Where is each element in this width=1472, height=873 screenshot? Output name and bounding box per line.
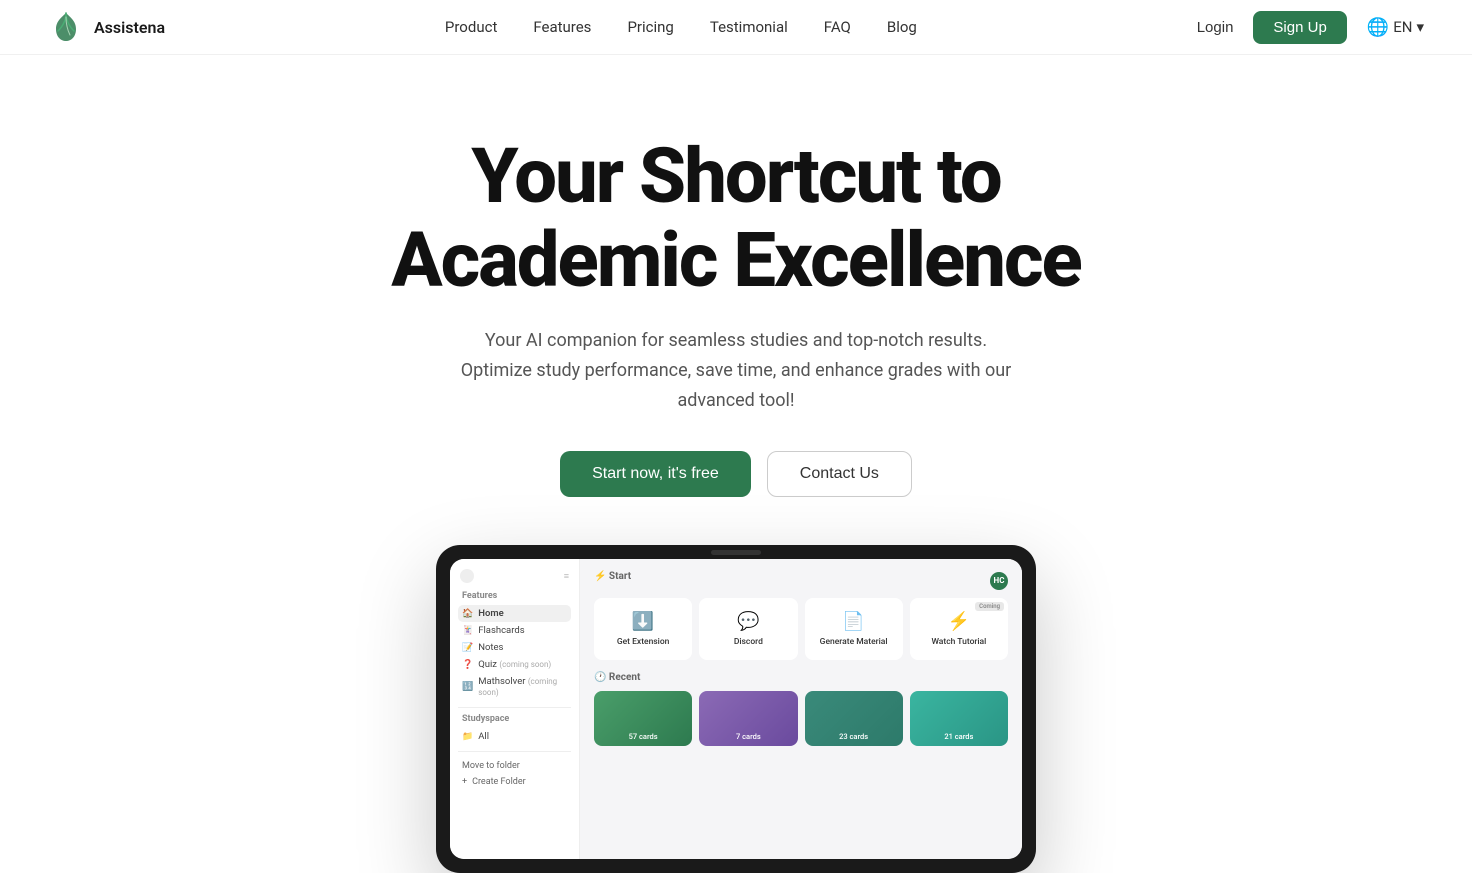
sidebar-create-folder[interactable]: + Create Folder xyxy=(458,774,571,790)
hero-cta-group: Start now, it's free Contact Us xyxy=(560,451,912,497)
app-user-avatar: HC xyxy=(990,572,1008,590)
language-selector[interactable]: 🌐 EN ▾ xyxy=(1367,17,1424,38)
sidebar-item-quiz[interactable]: ❓ Quiz (coming soon) xyxy=(458,656,571,673)
hero-title-line2: Academic Excellence xyxy=(391,215,1081,305)
nav-link-pricing[interactable]: Pricing xyxy=(627,18,673,36)
action-card-discord[interactable]: 💬 Discord xyxy=(699,598,797,660)
sidebar-top-icons: ≡ xyxy=(564,571,569,582)
start-section-label: ⚡ Start xyxy=(594,571,631,582)
nav-actions: Login Sign Up 🌐 EN ▾ xyxy=(1197,11,1424,44)
discord-icon: 💬 xyxy=(737,611,759,632)
sidebar-quiz-label: Quiz (coming soon) xyxy=(478,659,551,670)
flashcards-icon: 🃏 xyxy=(462,626,473,636)
sidebar-item-notes[interactable]: 📝 Notes xyxy=(458,639,571,656)
lang-label: EN xyxy=(1393,18,1412,36)
sidebar-item-home[interactable]: 🏠 Home xyxy=(458,605,571,622)
quiz-icon: ❓ xyxy=(462,660,473,670)
create-folder-icon: + xyxy=(462,777,467,787)
nav-links: Product Features Pricing Testimonial FAQ… xyxy=(445,18,917,36)
sidebar-menu-icon: ≡ xyxy=(564,571,569,582)
mathsolver-icon: 🔢 xyxy=(462,682,473,692)
recent-label: 🕐 Recent xyxy=(594,672,640,683)
sidebar-move-folder[interactable]: Move to folder xyxy=(458,758,571,774)
app-sidebar: ≡ Features 🏠 Home 🃏 Flashcards 📝 Notes xyxy=(450,559,580,859)
signup-button[interactable]: Sign Up xyxy=(1253,11,1346,44)
app-header-icons: HC xyxy=(990,572,1008,590)
sidebar-home-label: Home xyxy=(478,608,503,619)
tablet-mockup-container: ≡ Features 🏠 Home 🃏 Flashcards 📝 Notes xyxy=(0,545,1472,873)
nav-brand: Assistena xyxy=(48,9,165,45)
action-card-tutorial[interactable]: Coming ⚡ Watch Tutorial xyxy=(910,598,1008,660)
recent-card-2[interactable]: 7 cards xyxy=(699,691,797,746)
sidebar-studyspace-label: Studyspace xyxy=(458,714,571,724)
hero-section: Your Shortcut to Academic Excellence You… xyxy=(0,55,1472,497)
coming-soon-badge: Coming xyxy=(975,602,1004,611)
contact-us-button[interactable]: Contact Us xyxy=(767,451,912,497)
action-card-generate-label: Generate Material xyxy=(820,637,888,647)
app-main-area: ⚡ Start HC ⬇️ Get Extension 💬 xyxy=(580,559,1022,859)
globe-icon: 🌐 xyxy=(1367,17,1389,38)
recent-card-3[interactable]: 23 cards xyxy=(805,691,903,746)
recent-card-1-count: 57 cards xyxy=(629,732,658,741)
hero-title: Your Shortcut to Academic Excellence xyxy=(391,135,1081,302)
nav-link-product[interactable]: Product xyxy=(445,18,497,36)
action-card-generate[interactable]: 📄 Generate Material xyxy=(805,598,903,660)
action-card-tutorial-label: Watch Tutorial xyxy=(931,637,986,647)
sidebar-item-flashcards[interactable]: 🃏 Flashcards xyxy=(458,622,571,639)
action-cards-grid: ⬇️ Get Extension 💬 Discord 📄 Generate Ma… xyxy=(594,598,1008,660)
all-icon: 📁 xyxy=(462,732,473,742)
tablet-screen: ≡ Features 🏠 Home 🃏 Flashcards 📝 Notes xyxy=(450,559,1022,859)
nav-link-testimonial[interactable]: Testimonial xyxy=(710,18,788,36)
sidebar-divider xyxy=(458,707,571,708)
sidebar-item-mathsolver[interactable]: 🔢 Mathsolver (coming soon) xyxy=(458,673,571,701)
move-folder-label: Move to folder xyxy=(462,761,520,771)
login-button[interactable]: Login xyxy=(1197,19,1234,36)
sidebar-divider-2 xyxy=(458,751,571,752)
start-label: ⚡ Start xyxy=(594,571,631,582)
tutorial-icon: ⚡ xyxy=(948,611,970,632)
recent-cards-grid: 57 cards 7 cards 23 cards 21 cards xyxy=(594,691,1008,746)
sidebar-mathsolver-label: Mathsolver (coming soon) xyxy=(478,676,567,698)
brand-name: Assistena xyxy=(94,18,165,37)
recent-card-3-count: 23 cards xyxy=(839,732,868,741)
tablet-camera xyxy=(711,550,761,555)
hero-subtitle: Your AI companion for seamless studies a… xyxy=(456,326,1016,415)
recent-card-1[interactable]: 57 cards xyxy=(594,691,692,746)
hero-title-line1: Your Shortcut to xyxy=(471,131,1001,221)
app-header-row: ⚡ Start HC xyxy=(594,571,1008,590)
generate-icon: 📄 xyxy=(842,611,864,632)
recent-section-label: 🕐 Recent xyxy=(594,672,1008,683)
navbar: Assistena Product Features Pricing Testi… xyxy=(0,0,1472,55)
action-card-extension-label: Get Extension xyxy=(617,637,670,647)
nav-link-features[interactable]: Features xyxy=(533,18,591,36)
tablet-frame: ≡ Features 🏠 Home 🃏 Flashcards 📝 Notes xyxy=(436,545,1036,873)
notes-icon: 📝 xyxy=(462,643,473,653)
nav-link-blog[interactable]: Blog xyxy=(887,18,917,36)
home-icon: 🏠 xyxy=(462,609,473,619)
sidebar-flashcards-label: Flashcards xyxy=(478,625,524,636)
recent-card-4-count: 21 cards xyxy=(944,732,973,741)
nav-link-faq[interactable]: FAQ xyxy=(824,18,851,36)
avatar-initials: HC xyxy=(994,576,1005,585)
recent-card-2-count: 7 cards xyxy=(736,732,761,741)
chevron-down-icon: ▾ xyxy=(1416,18,1424,36)
extension-icon: ⬇️ xyxy=(632,611,654,632)
action-card-extension[interactable]: ⬇️ Get Extension xyxy=(594,598,692,660)
sidebar-notes-label: Notes xyxy=(478,642,503,653)
brand-logo xyxy=(48,9,84,45)
recent-card-4[interactable]: 21 cards xyxy=(910,691,1008,746)
start-now-button[interactable]: Start now, it's free xyxy=(560,451,751,497)
sidebar-user-avatar xyxy=(460,569,474,583)
sidebar-all-label: All xyxy=(478,731,489,742)
sidebar-features-label: Features xyxy=(458,591,571,601)
create-folder-label: Create Folder xyxy=(472,777,526,787)
action-card-discord-label: Discord xyxy=(734,637,763,647)
sidebar-item-all[interactable]: 📁 All xyxy=(458,728,571,745)
